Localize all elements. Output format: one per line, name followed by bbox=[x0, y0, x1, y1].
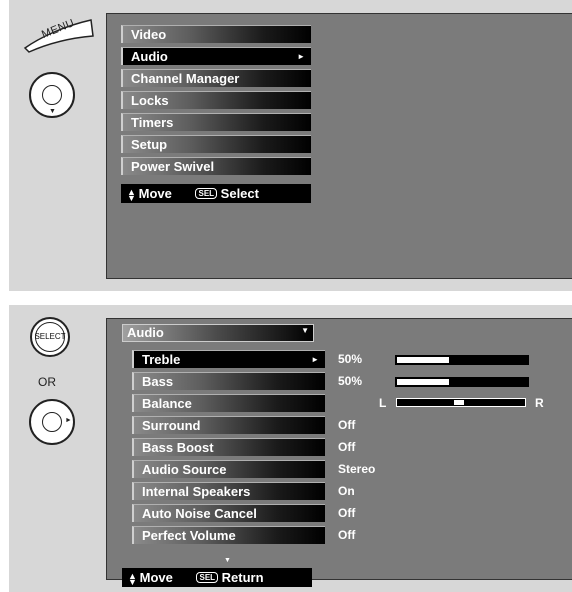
audio-item-label: Treble bbox=[142, 352, 181, 367]
audio-item-surround[interactable]: Surround bbox=[132, 416, 325, 434]
audio-item-audio-source[interactable]: Audio Source bbox=[132, 460, 325, 478]
footer-move-label: Move bbox=[138, 186, 172, 201]
submenu-arrow-icon: ► bbox=[311, 355, 319, 364]
select-button[interactable]: SELECT bbox=[30, 317, 70, 357]
audio-item-value: Stereo bbox=[338, 462, 376, 476]
menu-panel: MENU ▼ Video Audio ► Channel Manager Locks Ti… bbox=[9, 0, 572, 291]
audio-item-value: 50% bbox=[338, 352, 363, 366]
sel-icon: SEL bbox=[196, 572, 219, 583]
menu-item-label: Setup bbox=[131, 137, 168, 152]
tv-screen: Video Audio ► Channel Manager Locks Timers Set… bbox=[106, 13, 572, 279]
audio-item-balance[interactable]: Balance bbox=[132, 394, 325, 412]
balance-left-label: L bbox=[379, 396, 387, 410]
audio-menu-title: Audio bbox=[127, 325, 164, 340]
audio-item-label: Auto Noise Cancel bbox=[142, 506, 257, 521]
menu-item-channel-manager[interactable]: Channel Manager bbox=[121, 69, 311, 87]
up-down-icon: ▲ ▼ bbox=[128, 570, 137, 587]
or-label: OR bbox=[38, 375, 56, 389]
menu-item-label: Audio bbox=[131, 49, 168, 64]
up-down-icon: ▲ ▼ bbox=[127, 186, 136, 203]
audio-item-value: On bbox=[338, 484, 355, 498]
audio-item-value: Off bbox=[338, 528, 356, 542]
balance-slider-thumb[interactable] bbox=[454, 400, 464, 405]
down-button[interactable]: ▼ bbox=[29, 72, 75, 118]
audio-item-value: 50% bbox=[338, 374, 363, 388]
audio-item-perfect-volume[interactable]: Perfect Volume bbox=[132, 526, 325, 544]
level-bar[interactable] bbox=[395, 377, 529, 387]
tv-screen: Audio ▼ Treble ► 50% Bass 50% Balance L R Surrou… bbox=[106, 318, 572, 587]
submenu-arrow-icon: ► bbox=[297, 52, 305, 61]
balance-slider[interactable] bbox=[396, 398, 526, 407]
level-bar[interactable] bbox=[395, 355, 529, 365]
sel-icon: SEL bbox=[195, 188, 218, 199]
audio-item-bass[interactable]: Bass bbox=[132, 372, 325, 390]
menu-item-label: Power Swivel bbox=[131, 159, 215, 174]
down-arrow-icon: ▼ bbox=[49, 108, 56, 115]
menu-item-label: Channel Manager bbox=[131, 71, 240, 86]
audio-panel: SELECT OR ► Audio ▼ Treble ► 50% Bass 50% Bal… bbox=[9, 305, 572, 592]
menu-item-video[interactable]: Video bbox=[121, 25, 311, 43]
audio-item-value: Off bbox=[338, 440, 356, 454]
right-arrow-icon: ► bbox=[65, 417, 72, 424]
menu-item-setup[interactable]: Setup bbox=[121, 135, 311, 153]
menu-item-label: Timers bbox=[131, 115, 174, 130]
footer-move-label: Move bbox=[139, 570, 173, 585]
audio-item-internal-speakers[interactable]: Internal Speakers bbox=[132, 482, 325, 500]
menu-item-label: Video bbox=[131, 27, 167, 42]
audio-item-auto-noise-cancel[interactable]: Auto Noise Cancel bbox=[132, 504, 325, 522]
audio-item-label: Bass bbox=[142, 374, 174, 389]
select-button-label: SELECT bbox=[34, 332, 66, 341]
level-bar-fill bbox=[397, 379, 449, 385]
footer-action-label: Return bbox=[221, 570, 264, 585]
level-bar-fill bbox=[397, 357, 449, 363]
audio-footer: ▲ ▼ Move SEL Return bbox=[122, 568, 312, 587]
right-button[interactable]: ► bbox=[29, 399, 75, 445]
audio-item-value: Off bbox=[338, 418, 356, 432]
menu-item-label: Locks bbox=[131, 93, 169, 108]
footer-action-label: Select bbox=[220, 186, 259, 201]
menu-item-audio[interactable]: Audio ► bbox=[121, 47, 311, 65]
audio-item-label: Internal Speakers bbox=[142, 484, 251, 499]
audio-item-bass-boost[interactable]: Bass Boost bbox=[132, 438, 325, 456]
dropdown-arrow-icon: ▼ bbox=[301, 326, 309, 335]
audio-item-label: Perfect Volume bbox=[142, 528, 236, 543]
balance-right-label: R bbox=[535, 396, 544, 410]
menu-footer: ▲ ▼ Move SEL Select bbox=[121, 184, 311, 203]
menu-item-timers[interactable]: Timers bbox=[121, 113, 311, 131]
audio-item-value: Off bbox=[338, 506, 356, 520]
audio-menu-header[interactable]: Audio ▼ bbox=[122, 324, 314, 342]
audio-item-label: Surround bbox=[142, 418, 201, 433]
audio-item-label: Balance bbox=[142, 396, 192, 411]
menu-item-power-swivel[interactable]: Power Swivel bbox=[121, 157, 311, 175]
audio-item-label: Audio Source bbox=[142, 462, 227, 477]
audio-item-label: Bass Boost bbox=[142, 440, 214, 455]
scroll-down-icon: ▼ bbox=[224, 557, 231, 564]
menu-item-locks[interactable]: Locks bbox=[121, 91, 311, 109]
audio-item-treble[interactable]: Treble ► bbox=[132, 350, 325, 368]
